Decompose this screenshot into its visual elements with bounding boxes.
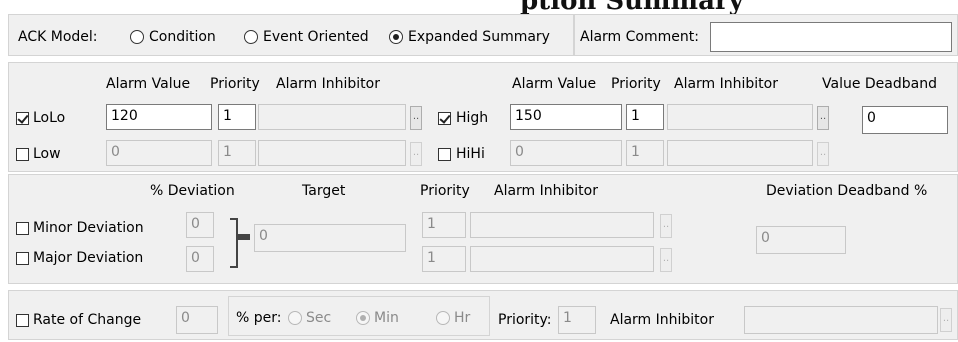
hihi-checkbox[interactable] [438, 148, 451, 161]
ack-expanded-summary-radio[interactable] [389, 30, 403, 44]
lolo-label[interactable]: LoLo [33, 109, 65, 127]
alarm-comment-input[interactable] [710, 22, 952, 52]
lolo-priority-input[interactable]: 1 [218, 104, 256, 130]
high-label[interactable]: High [456, 109, 488, 127]
rate-per-label: % per: [236, 310, 282, 326]
low-value-input[interactable]: 0 [106, 140, 212, 166]
rate-min-label[interactable]: Min [374, 309, 399, 327]
deviation-link-bracket [230, 218, 238, 268]
rate-hr-label[interactable]: Hr [454, 309, 470, 327]
major-deviation-priority-input[interactable]: 1 [422, 246, 466, 272]
lolo-inhibitor-input[interactable] [258, 104, 406, 130]
hihi-inhibitor-input[interactable] [667, 140, 813, 166]
alarm-value-header-right: Alarm Value [512, 76, 597, 92]
target-header: Target [302, 183, 346, 199]
rate-min-radio[interactable] [356, 311, 370, 325]
minor-deviation-checkbox[interactable] [16, 222, 29, 235]
alarm-inhibitor-header-right: Alarm Inhibitor [674, 76, 778, 92]
high-value-input[interactable]: 150 [510, 104, 622, 130]
roc-priority-input[interactable]: 1 [558, 306, 596, 334]
ack-condition-radio[interactable] [130, 30, 144, 44]
value-deadband-input[interactable]: 0 [862, 106, 948, 134]
high-inhibitor-input[interactable] [667, 104, 813, 130]
alarm-comment-label: Alarm Comment: [580, 29, 699, 45]
roc-priority-label: Priority: [498, 312, 552, 328]
ack-event-oriented-radio[interactable] [244, 30, 258, 44]
ack-event-oriented-label[interactable]: Event Oriented [263, 28, 369, 46]
priority-header-right: Priority [611, 76, 661, 92]
target-input[interactable]: 0 [254, 224, 406, 252]
priority-header-left: Priority [210, 76, 260, 92]
deviation-deadband-input[interactable]: 0 [756, 226, 846, 254]
hihi-inhibitor-browse-button[interactable]: .. [817, 142, 829, 166]
hihi-priority-input[interactable]: 1 [626, 140, 664, 166]
alarm-value-header-left: Alarm Value [106, 76, 191, 92]
lolo-value-input[interactable]: 120 [106, 104, 212, 130]
roc-inhibitor-browse-button[interactable]: .. [940, 308, 952, 332]
low-priority-input[interactable]: 1 [218, 140, 256, 166]
rate-of-change-input[interactable]: 0 [176, 306, 218, 334]
major-deviation-checkbox[interactable] [16, 252, 29, 265]
minor-deviation-inhibitor-browse-button[interactable]: .. [660, 214, 672, 238]
low-inhibitor-browse-button[interactable]: .. [410, 142, 422, 166]
major-deviation-inhibitor-browse-button[interactable]: .. [660, 248, 672, 272]
pct-deviation-header: % Deviation [150, 183, 235, 199]
deviation-priority-header: Priority [420, 183, 470, 199]
minor-deviation-input[interactable]: 0 [186, 212, 214, 238]
deviation-link-stub [236, 234, 250, 240]
major-deviation-input[interactable]: 0 [186, 246, 214, 272]
top-cut-text: ption Summary [0, 0, 958, 14]
lolo-inhibitor-browse-button[interactable]: .. [410, 106, 422, 130]
rate-of-change-label[interactable]: Rate of Change [33, 311, 141, 329]
hihi-value-input[interactable]: 0 [510, 140, 622, 166]
major-deviation-label[interactable]: Major Deviation [33, 249, 143, 267]
major-deviation-inhibitor-input[interactable] [470, 246, 654, 272]
high-priority-input[interactable]: 1 [626, 104, 664, 130]
rate-sec-label[interactable]: Sec [306, 309, 331, 327]
ack-model-label: ACK Model: [18, 29, 98, 45]
roc-inhibitor-input[interactable] [744, 306, 938, 334]
high-inhibitor-browse-button[interactable]: .. [817, 106, 829, 130]
minor-deviation-label[interactable]: Minor Deviation [33, 219, 144, 237]
ack-condition-label[interactable]: Condition [149, 28, 216, 46]
low-checkbox[interactable] [16, 148, 29, 161]
low-inhibitor-input[interactable] [258, 140, 406, 166]
minor-deviation-inhibitor-input[interactable] [470, 212, 654, 238]
rate-sec-radio[interactable] [288, 311, 302, 325]
roc-inhibitor-label: Alarm Inhibitor [610, 312, 714, 328]
rate-hr-radio[interactable] [436, 311, 450, 325]
lolo-checkbox[interactable] [16, 112, 29, 125]
minor-deviation-priority-input[interactable]: 1 [422, 212, 466, 238]
rate-of-change-checkbox[interactable] [16, 314, 29, 327]
high-checkbox[interactable] [438, 112, 451, 125]
low-label[interactable]: Low [33, 145, 61, 163]
value-deadband-header: Value Deadband [822, 76, 937, 92]
ack-expanded-summary-label[interactable]: Expanded Summary [408, 28, 550, 46]
deviation-inhibitor-header: Alarm Inhibitor [494, 183, 598, 199]
deviation-deadband-header: Deviation Deadband % [766, 183, 928, 199]
alarm-inhibitor-header-left: Alarm Inhibitor [276, 76, 380, 92]
hihi-label[interactable]: HiHi [456, 145, 485, 163]
